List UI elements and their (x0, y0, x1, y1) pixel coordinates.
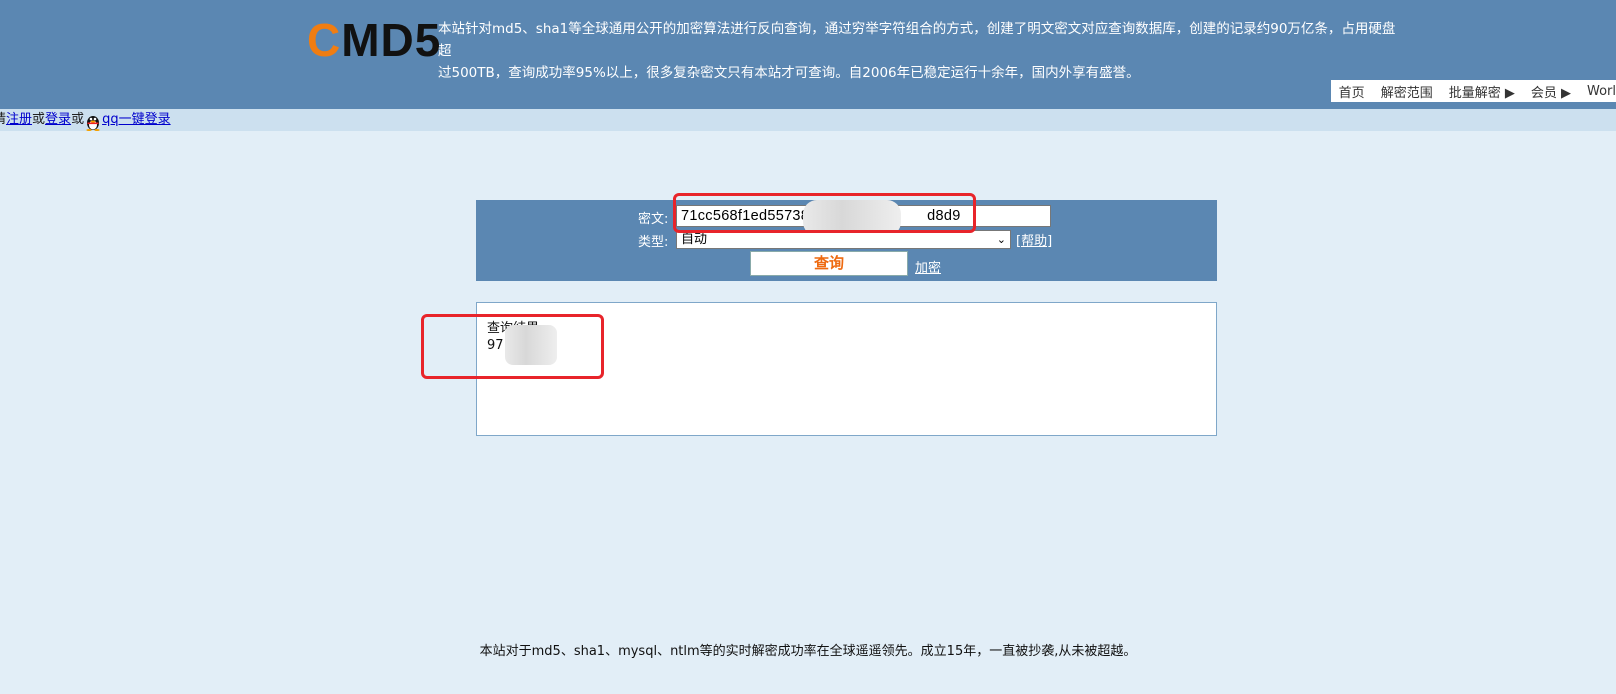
highlight-box-result (421, 314, 604, 379)
register-link[interactable]: 注册 (6, 109, 32, 131)
query-button[interactable]: 查询 (750, 251, 908, 276)
qq-login-link[interactable]: qq一键登录 (102, 109, 171, 131)
help-link[interactable]: [帮助] (1016, 230, 1052, 249)
or-text-1: 或 (32, 112, 46, 127)
help-link-text: [帮助] (1016, 234, 1053, 249)
login-link[interactable]: 登录 (45, 109, 71, 131)
nav-item-member[interactable]: 会员 ▶ (1531, 82, 1571, 101)
type-select-value: 自动 (681, 232, 708, 247)
type-label: 类型: (638, 235, 669, 250)
cipher-label: 密文: (638, 212, 669, 227)
nav-item-home[interactable]: 首页 (1339, 82, 1365, 101)
logo-letters-md5: MD5 (341, 14, 442, 66)
encrypt-link[interactable]: 加密 (915, 257, 941, 276)
site-header: CMD5 本站针对md5、sha1等全球通用公开的加密算法进行反向查询，通过穷举… (0, 0, 1616, 109)
site-intro-text: 本站针对md5、sha1等全球通用公开的加密算法进行反向查询，通过穷举字符组合的… (438, 18, 1408, 84)
logo-letter-c: C (307, 14, 342, 66)
nav-item-decrypt-range[interactable]: 解密范围 (1381, 82, 1433, 101)
or-text-2: 或 (71, 112, 85, 127)
nav-item-world[interactable]: Worl (1587, 84, 1616, 99)
login-bar: 请注册或登录或 qq一键登录 (0, 109, 1616, 131)
cmd5-logo[interactable]: CMD5 (307, 14, 441, 66)
qq-penguin-icon[interactable] (85, 113, 101, 131)
nav-item-batch-decrypt[interactable]: 批量解密 ▶ (1449, 82, 1515, 101)
highlight-box-cipher (673, 193, 976, 233)
footer-note: 本站对于md5、sha1、mysql、ntlm等的实时解密成功率在全球遥遥领先。… (479, 644, 1137, 659)
intro-line-2: 过500TB，查询成功率95%以上，很多复杂密文只有本站才可查询。自2006年已… (438, 65, 1140, 81)
chevron-down-icon: ⌄ (996, 233, 1006, 246)
top-navigation: 首页 解密范围 批量解密 ▶ 会员 ▶ Worl (1330, 80, 1616, 102)
intro-line-1: 本站针对md5、sha1等全球通用公开的加密算法进行反向查询，通过穷举字符组合的… (438, 21, 1396, 59)
